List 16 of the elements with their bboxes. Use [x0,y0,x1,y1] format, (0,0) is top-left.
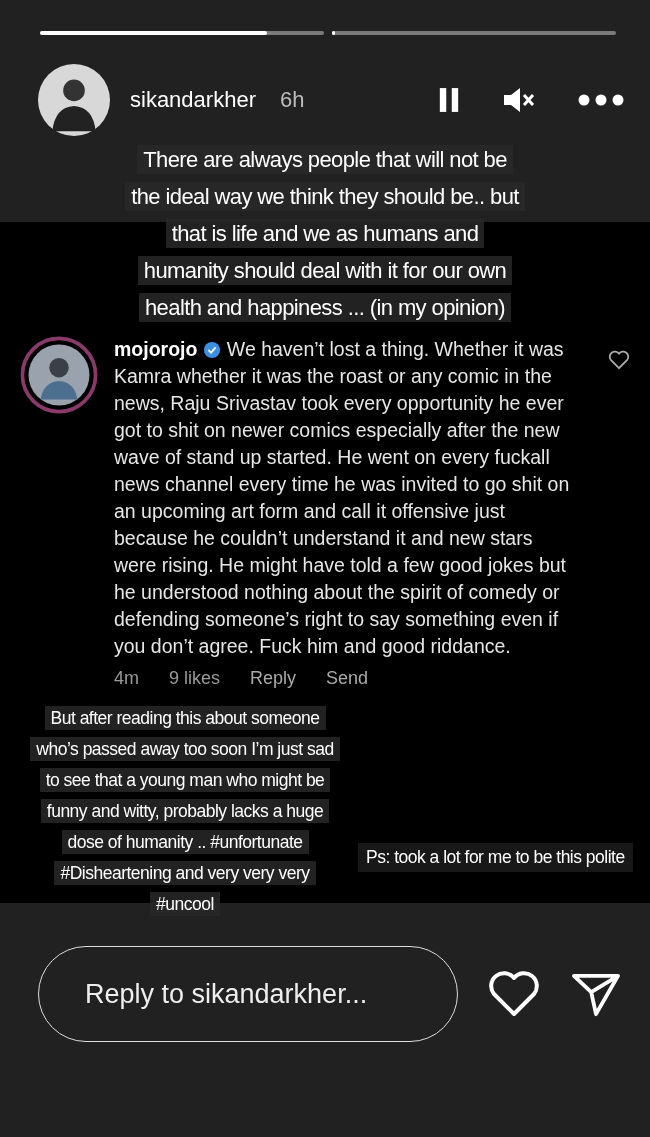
reply-field[interactable]: Reply to sikandarkher... [38,946,458,1042]
avatar-icon[interactable] [20,336,98,414]
like-icon[interactable] [608,350,630,370]
send-icon[interactable] [570,971,622,1017]
story-note: Ps: took a lot for me to be this polite [358,843,633,872]
comment-action-link[interactable]: Reply [250,668,297,689]
comment-time: 4m [114,668,139,689]
comment-text: mojorojo We haven’t lost a thing. Whether it was Kamra whether it was the roast or any comic in the news, Raju Srivastav took every opportunity he ever got to shit on newer comics especially after the new wave of stand up started. He went on every fuckall news channel every time he was invited to go shit on an upcoming art form and call it offensive just because he couldn’t understand it and new stars were rising. He might have told a few good jokes but he understood nothing about the spirit of comedy or defending someone’s right to say something even if you don’t agree. Fuck him and good riddance. [114,337,571,659]
comment-action-link[interactable]: Send [326,668,369,689]
pause-icon[interactable] [438,86,460,114]
mute-icon[interactable] [502,86,536,114]
likes-count[interactable]: 9 likes [169,668,221,689]
post-time: 6h [279,87,305,113]
username[interactable]: sikandarkher [130,87,256,113]
more-icon[interactable] [578,94,624,106]
avatar-icon[interactable] [38,64,110,136]
